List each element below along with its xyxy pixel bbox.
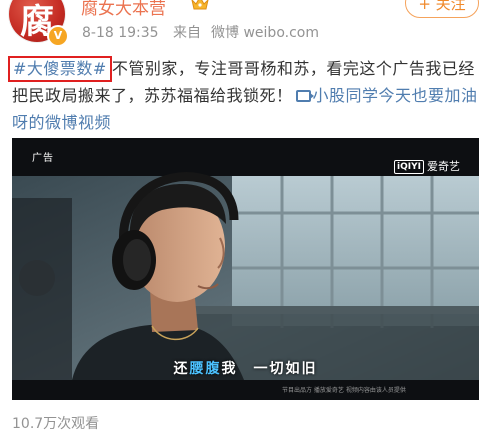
user-name[interactable]: 腐女大本营 — [81, 0, 166, 19]
post-source[interactable]: 微博 weibo.com — [211, 25, 319, 41]
subtitle-part-2: 我 一切如旧 — [221, 361, 318, 377]
verified-badge-icon: V — [47, 25, 69, 47]
video-icon — [295, 90, 314, 102]
iqiyi-brand-name: 爱奇艺 — [426, 160, 460, 173]
iqiyi-logo: iQIYI 爱奇艺 — [394, 158, 460, 174]
post-time: 8-18 19:35 — [82, 25, 159, 41]
follow-button[interactable]: + 关注 — [405, 0, 479, 18]
hashtag-highlight-box: #大傻票数# — [8, 56, 112, 82]
post-header: 腐 V 腐女大本营 8-18 19:35 来自 微博 weibo.com + 关注 — [0, 0, 491, 48]
subtitle-part-1: 还 — [173, 361, 190, 377]
iqiyi-mark: iQIYI — [394, 160, 424, 174]
video-credits: 节目出品方 播放爱奇艺 视频内容由该人员提供 — [282, 387, 406, 394]
crown-icon — [191, 0, 209, 10]
video-subtitle: 还腰腹我 一切如旧 — [12, 358, 479, 378]
post-text: #大傻票数# 不管别家，专注哥哥杨和苏，看完这个广告我已经把民政局搬来了，苏苏福福… — [8, 55, 482, 136]
source-prefix: 来自 — [173, 25, 202, 41]
ad-label: 广告 — [32, 153, 54, 164]
weibo-post: 腐 V 腐女大本营 8-18 19:35 来自 微博 weibo.com + 关注… — [0, 0, 491, 436]
view-count: 10.7万次观看 — [12, 416, 100, 432]
post-meta: 8-18 19:35 来自 微博 weibo.com — [82, 22, 329, 42]
video-player[interactable]: 广告 iQIYI 爱奇艺 还腰腹我 一切如旧 节目出品方 播放爱奇艺 视频内容由该… — [12, 138, 479, 400]
hashtag-link[interactable]: #大傻票数# — [13, 59, 107, 78]
subtitle-highlight: 腰腹 — [189, 361, 222, 377]
